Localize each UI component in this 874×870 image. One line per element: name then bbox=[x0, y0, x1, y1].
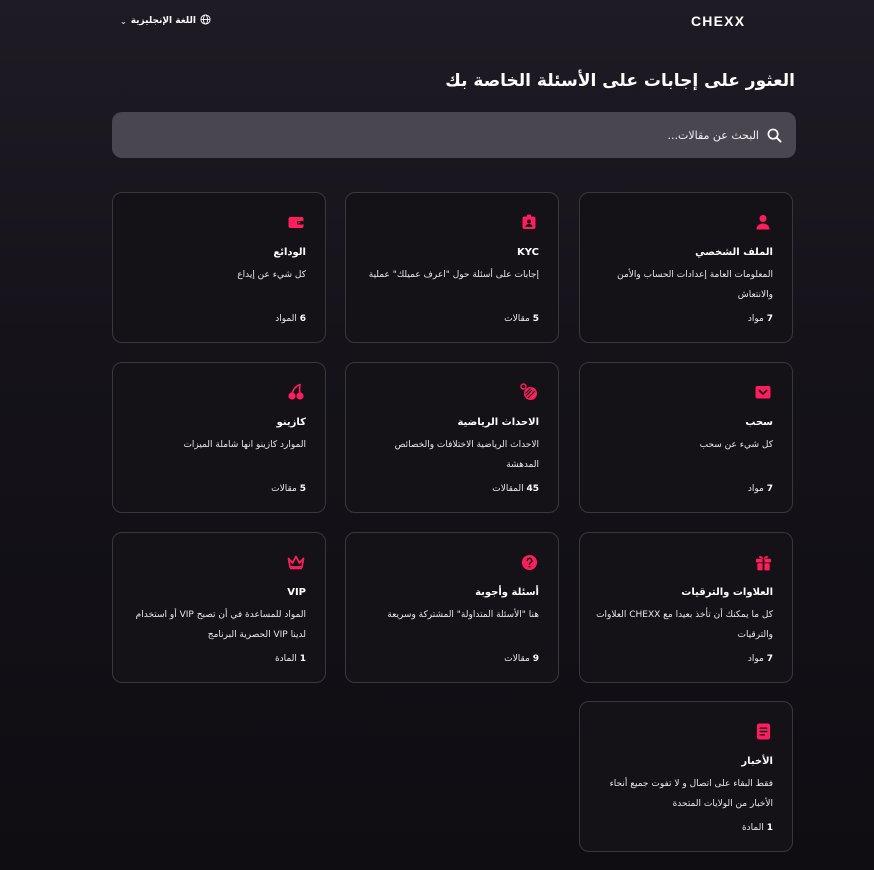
card-count: 7 مواد bbox=[747, 484, 773, 494]
card-description: المعلومات العامة إعدادات الحساب والأمن و… bbox=[617, 270, 773, 300]
language-selector[interactable]: اللغة الإنجليزية ⌄ bbox=[120, 14, 211, 28]
card-count: 5 مقالات bbox=[504, 314, 539, 324]
card-count: 7 مواد bbox=[747, 314, 773, 324]
category-card-profile[interactable]: الملف الشخصي المعلومات العامة إعدادات ال… bbox=[579, 192, 793, 343]
card-count: 5 مقالات bbox=[271, 484, 306, 494]
chevron-down-icon: ⌄ bbox=[120, 16, 127, 26]
card-description: كل شيء عن سحب bbox=[699, 440, 773, 450]
category-card-bonuses[interactable]: العلاوات والترقيات كل ما يمكنك أن تأخذ ب… bbox=[579, 532, 793, 683]
page-title: العثور على إجابات على الأسئلة الخاصة بك bbox=[445, 71, 795, 91]
card-count: 1 المادة bbox=[741, 823, 773, 833]
globe-icon bbox=[200, 14, 211, 28]
card-count: 45 المقالات bbox=[492, 484, 539, 494]
card-description: المواد للمساعدة في أن تصبح VIP أو استخدا… bbox=[135, 610, 306, 640]
card-description: الاحداث الرياضية الاختلافات والخصائص الم… bbox=[394, 440, 539, 470]
chexx-logo-mark: CHEXX bbox=[691, 14, 745, 28]
card-title: الأخبار bbox=[741, 756, 773, 767]
gift-icon bbox=[754, 553, 772, 571]
withdraw-icon bbox=[754, 383, 772, 401]
card-title: الودائع bbox=[273, 247, 306, 258]
category-card-withdraw[interactable]: سحب كل شيء عن سحب 7 مواد bbox=[579, 362, 793, 513]
card-title: العلاوات والترقيات bbox=[681, 587, 773, 598]
chexx-logo[interactable]: CHEXX bbox=[691, 13, 795, 29]
card-description: إجابات على أسئلة حول "اعرف عميلك" عملية bbox=[368, 270, 539, 280]
category-card-vip[interactable]: VIP المواد للمساعدة في أن تصبح VIP أو اس… bbox=[112, 532, 326, 683]
search-icon bbox=[767, 128, 782, 143]
card-description: كل ما يمكنك أن تأخذ بعيدا مع CHEXX العلا… bbox=[596, 610, 773, 640]
card-title: أسئلة وأجوبة bbox=[475, 587, 539, 598]
id-badge-icon bbox=[520, 213, 538, 231]
card-title: VIP bbox=[287, 587, 306, 598]
news-icon bbox=[754, 722, 772, 740]
card-description: هنا "الأسئلة المتداولة" المشتركة وسريعة bbox=[387, 610, 539, 620]
card-count: 7 مواد bbox=[747, 654, 773, 664]
cherries-icon bbox=[287, 383, 305, 401]
card-count: 9 مقالات bbox=[504, 654, 539, 664]
search-bar[interactable]: البحث عن مقالات... bbox=[112, 112, 796, 158]
card-description: فقط البقاء على اتصال و لا تفوت جميع أنحا… bbox=[609, 779, 773, 809]
top-bar: CHEXX اللغة الإنجليزية ⌄ bbox=[0, 0, 874, 44]
category-card-kyc[interactable]: KYC إجابات على أسئلة حول "اعرف عميلك" عم… bbox=[345, 192, 559, 343]
card-title: KYC bbox=[517, 247, 539, 258]
card-count: 6 المواد bbox=[275, 314, 306, 324]
sports-ball-icon bbox=[520, 383, 538, 401]
card-title: الاحداث الرياضية bbox=[457, 417, 539, 428]
language-label: اللغة الإنجليزية bbox=[130, 16, 196, 26]
card-title: كازينو bbox=[276, 417, 306, 428]
card-description: كل شيء عن إيداع bbox=[237, 270, 306, 280]
wallet-icon bbox=[287, 213, 305, 231]
card-title: سحب bbox=[745, 417, 773, 428]
category-card-casino[interactable]: كازينو الموارد كازينو انها شاملة الميزات… bbox=[112, 362, 326, 513]
category-card-faq[interactable]: أسئلة وأجوبة هنا "الأسئلة المتداولة" الم… bbox=[345, 532, 559, 683]
card-count: 1 المادة bbox=[274, 654, 306, 664]
category-card-news[interactable]: الأخبار فقط البقاء على اتصال و لا تفوت ج… bbox=[579, 701, 793, 852]
card-description: الموارد كازينو انها شاملة الميزات bbox=[183, 440, 306, 450]
category-card-sports[interactable]: الاحداث الرياضية الاحداث الرياضية الاختل… bbox=[345, 362, 559, 513]
search-input[interactable]: البحث عن مقالات... bbox=[668, 129, 760, 142]
crown-icon bbox=[287, 553, 305, 571]
card-title: الملف الشخصي bbox=[695, 247, 773, 258]
question-icon bbox=[520, 553, 538, 571]
logo-text: CHEXX bbox=[691, 14, 745, 28]
category-card-deposits[interactable]: الودائع كل شيء عن إيداع 6 المواد bbox=[112, 192, 326, 343]
user-icon bbox=[754, 213, 772, 231]
